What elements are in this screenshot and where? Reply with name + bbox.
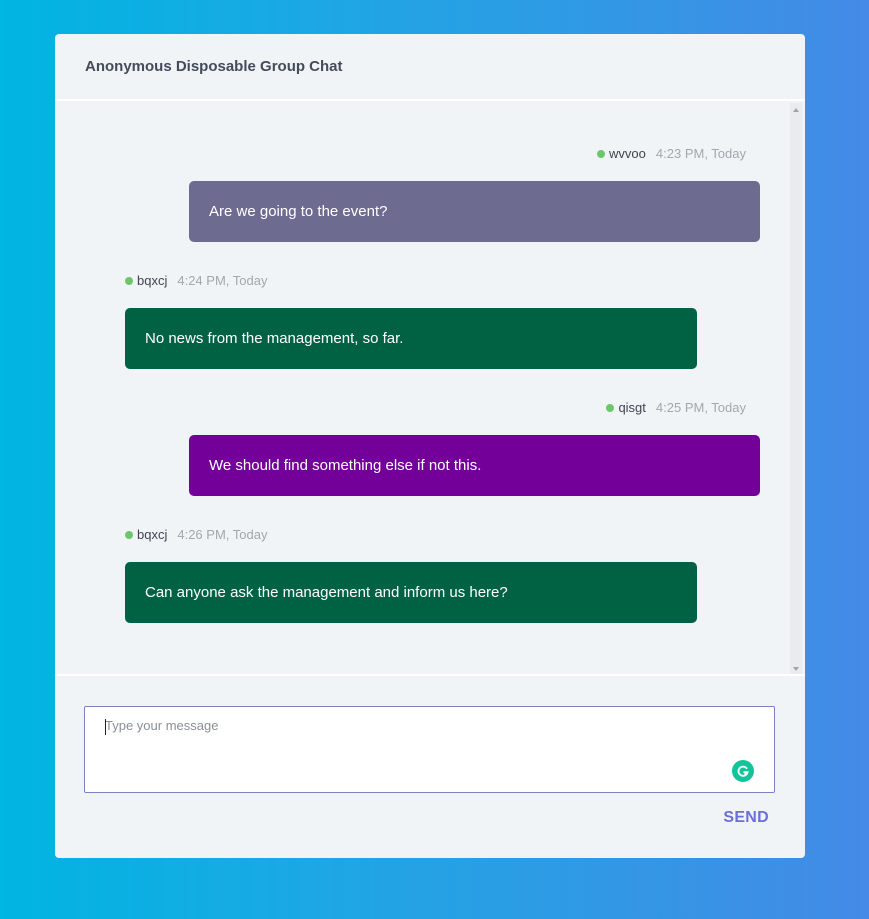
message-text: Can anyone ask the management and inform… <box>145 584 508 601</box>
online-status-icon <box>606 403 615 412</box>
message-list[interactable]: wvvoo 4:23 PM, Today Are we going to the… <box>55 103 805 676</box>
message-username: bqxcj <box>137 527 168 542</box>
message-bubble: Can anyone ask the management and inform… <box>125 562 697 623</box>
message-input-box[interactable] <box>84 706 775 793</box>
message-bubble: No news from the management, so far. <box>125 308 697 369</box>
chat-title: Anonymous Disposable Group Chat <box>85 58 343 75</box>
online-status-icon <box>597 149 606 158</box>
message-bubble: Are we going to the event? <box>189 181 760 242</box>
online-status-icon <box>125 530 133 539</box>
scroll-down-icon[interactable] <box>793 667 799 671</box>
message-text: Are we going to the event? <box>209 203 388 220</box>
chat-card: Anonymous Disposable Group Chat wvvoo 4:… <box>55 34 805 858</box>
message-username: bqxcj <box>137 273 168 288</box>
message-username: wvvoo <box>609 146 646 161</box>
chat-header: Anonymous Disposable Group Chat <box>55 34 805 101</box>
message-scrollbar[interactable] <box>790 103 802 676</box>
composer-divider <box>55 674 805 676</box>
message-meta: qisgt 4:25 PM, Today <box>606 400 746 415</box>
message-meta: bqxcj 4:26 PM, Today <box>125 527 267 542</box>
online-status-icon <box>125 276 133 285</box>
message-text: We should find something else if not thi… <box>209 457 482 474</box>
scroll-up-icon[interactable] <box>793 108 799 112</box>
message-timestamp: 4:25 PM, Today <box>655 400 746 415</box>
send-button[interactable]: SEND <box>723 809 769 827</box>
text-caret <box>105 719 106 735</box>
message-timestamp: 4:26 PM, Today <box>177 527 268 542</box>
grammarly-icon[interactable] <box>732 760 754 782</box>
message-timestamp: 4:24 PM, Today <box>177 273 268 288</box>
message-meta: bqxcj 4:24 PM, Today <box>125 273 267 288</box>
message-bubble: We should find something else if not thi… <box>189 435 760 496</box>
message-input[interactable] <box>85 707 774 792</box>
message-username: qisgt <box>618 400 646 415</box>
message-meta: wvvoo 4:23 PM, Today <box>597 146 746 161</box>
message-timestamp: 4:23 PM, Today <box>655 146 746 161</box>
message-text: No news from the management, so far. <box>145 330 404 347</box>
